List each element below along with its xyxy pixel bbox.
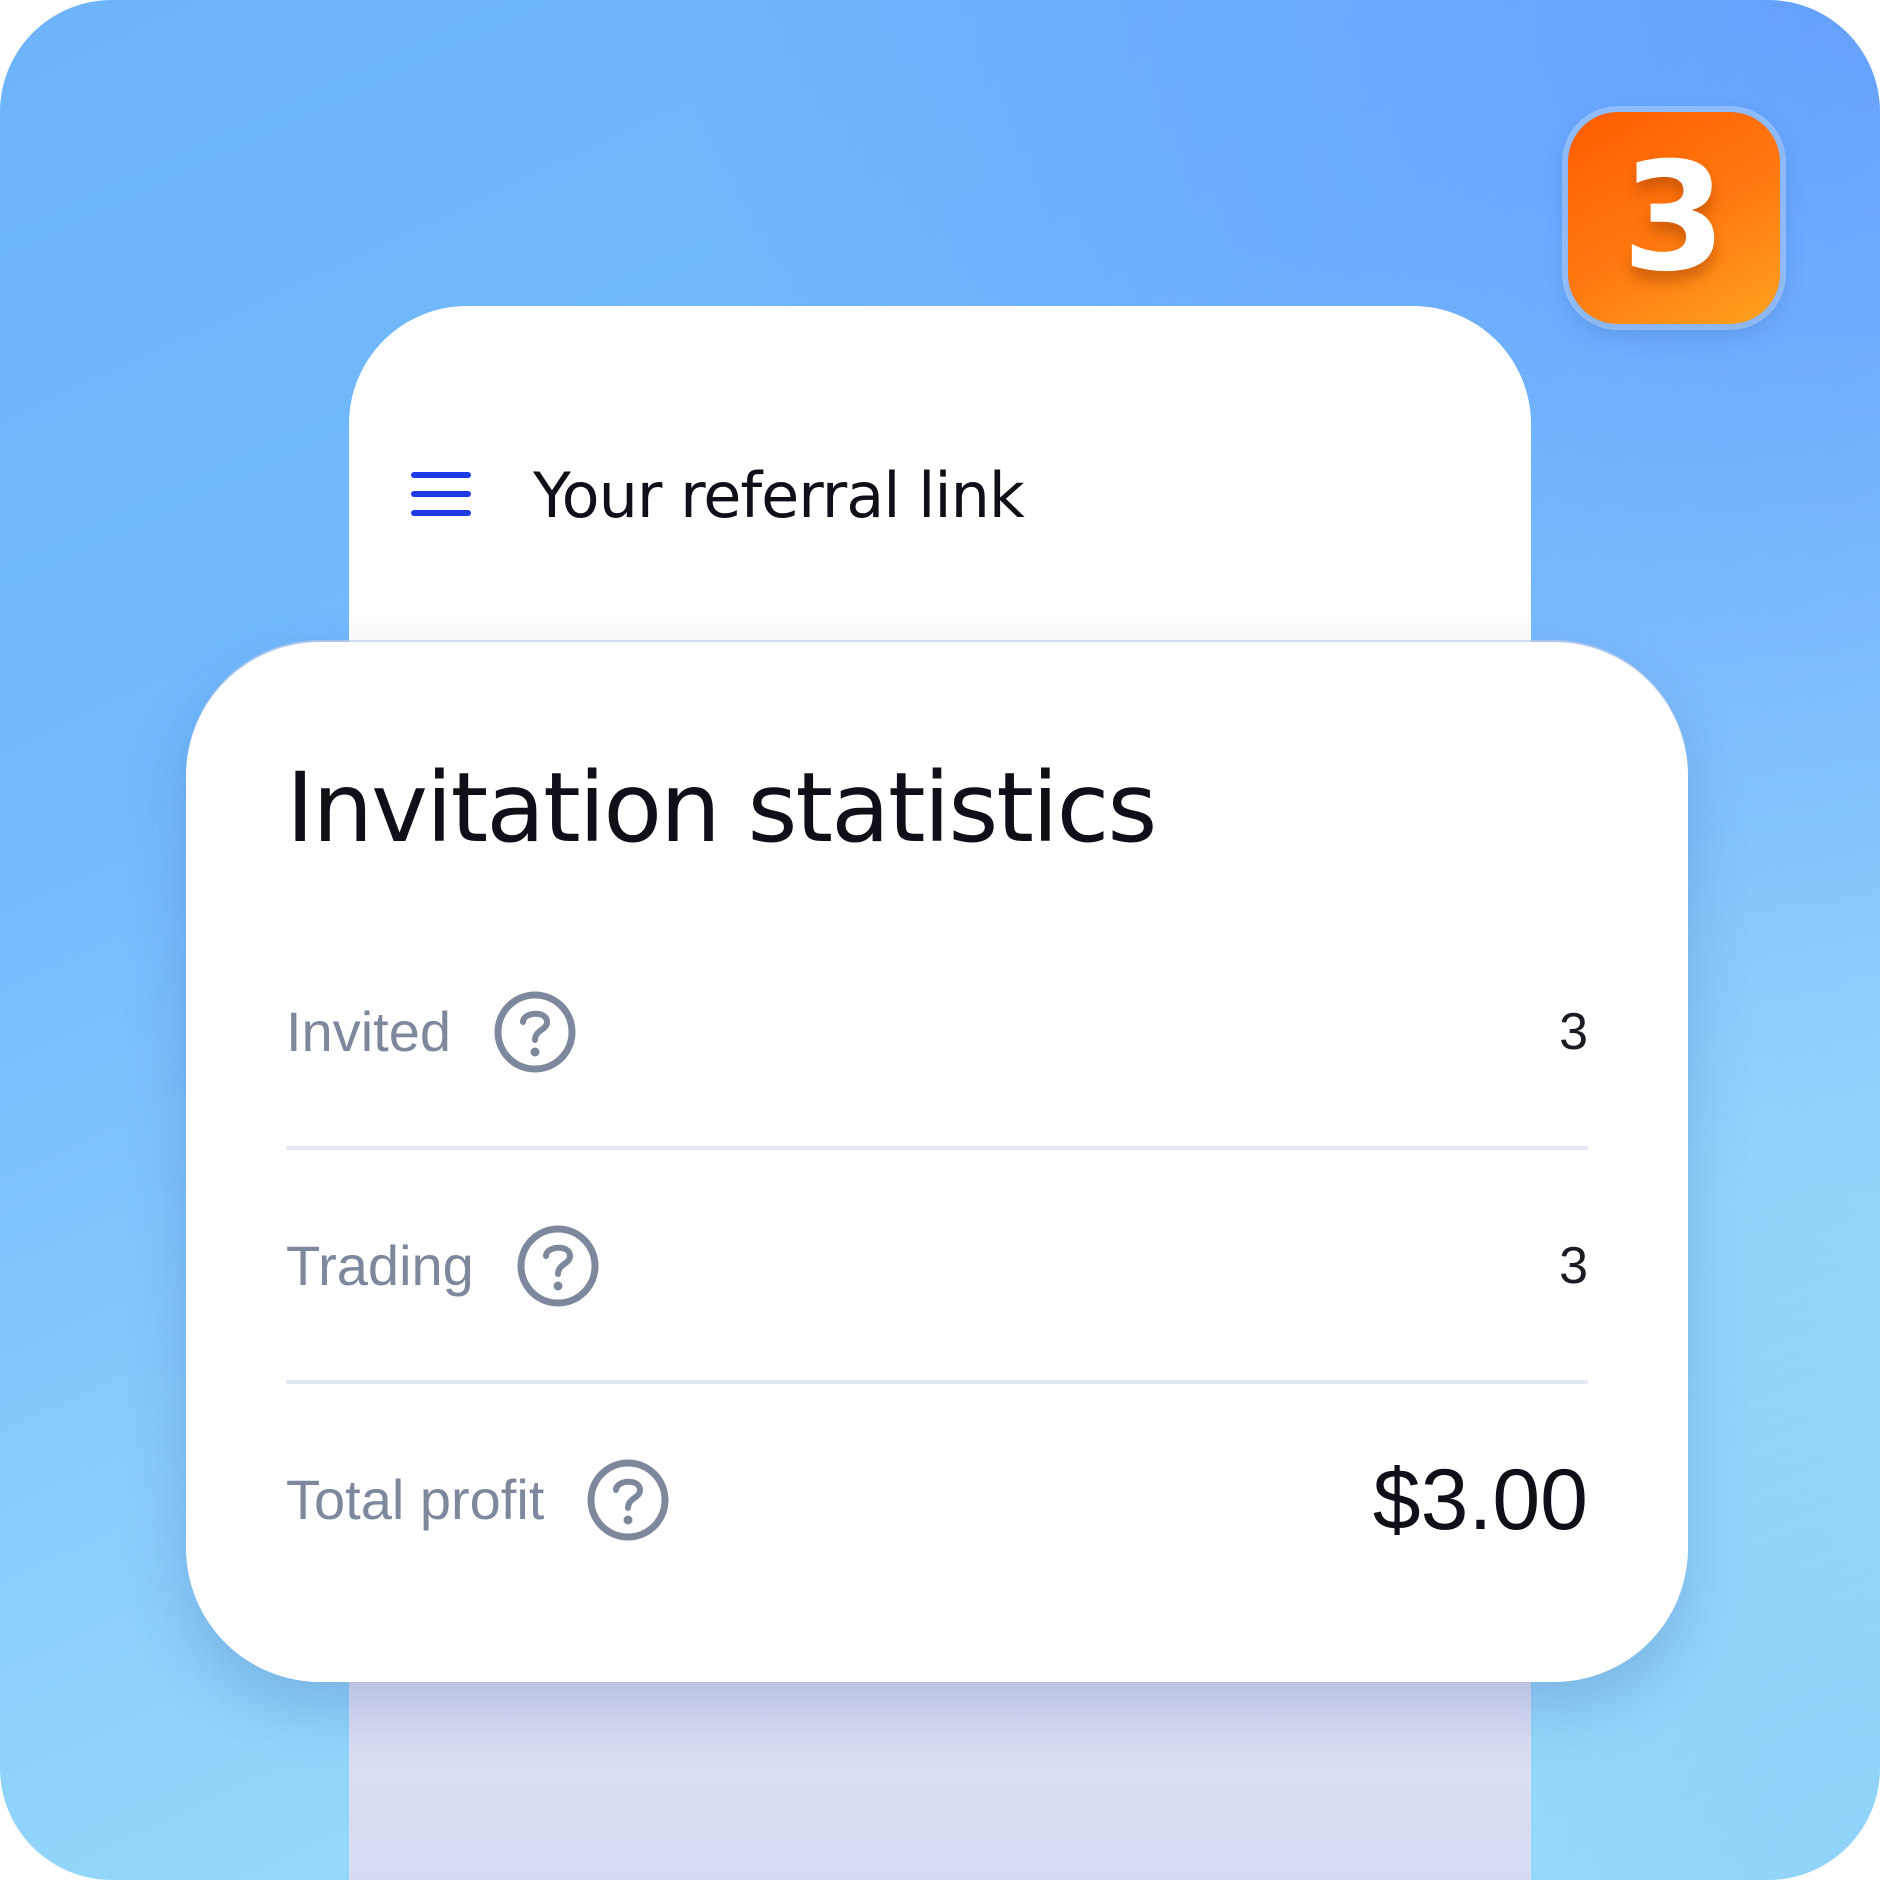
- step-badge: 3: [1568, 112, 1780, 324]
- stat-row-invited: Invited 3: [286, 972, 1588, 1092]
- stat-label-total-profit: Total profit: [286, 1468, 545, 1531]
- divider: [286, 1146, 1588, 1150]
- stat-label-trading: Trading: [286, 1234, 474, 1297]
- page-title: Your referral link: [533, 459, 1025, 532]
- help-icon[interactable]: [493, 990, 577, 1074]
- hamburger-menu-icon[interactable]: [411, 472, 471, 516]
- divider: [286, 1380, 1588, 1384]
- stat-row-total-profit: Total profit $3.00: [286, 1440, 1588, 1560]
- help-icon[interactable]: [516, 1224, 600, 1308]
- app-screen: 3 Your referral link Invitation statisti…: [0, 0, 1880, 1880]
- card-title: Invitation statistics: [286, 752, 1157, 864]
- step-number: 3: [1621, 131, 1727, 305]
- stat-row-trading: Trading 3: [286, 1206, 1588, 1326]
- stat-value-total-profit: $3.00: [1372, 1452, 1588, 1548]
- app-header: Your referral link: [349, 446, 1531, 546]
- help-icon[interactable]: [586, 1458, 670, 1542]
- stat-label-invited: Invited: [286, 1000, 451, 1063]
- stat-value-trading: 3: [1559, 1237, 1588, 1295]
- stat-value-invited: 3: [1559, 1003, 1588, 1061]
- invitation-statistics-card: Invitation statistics Invited 3 Trading: [186, 642, 1688, 1682]
